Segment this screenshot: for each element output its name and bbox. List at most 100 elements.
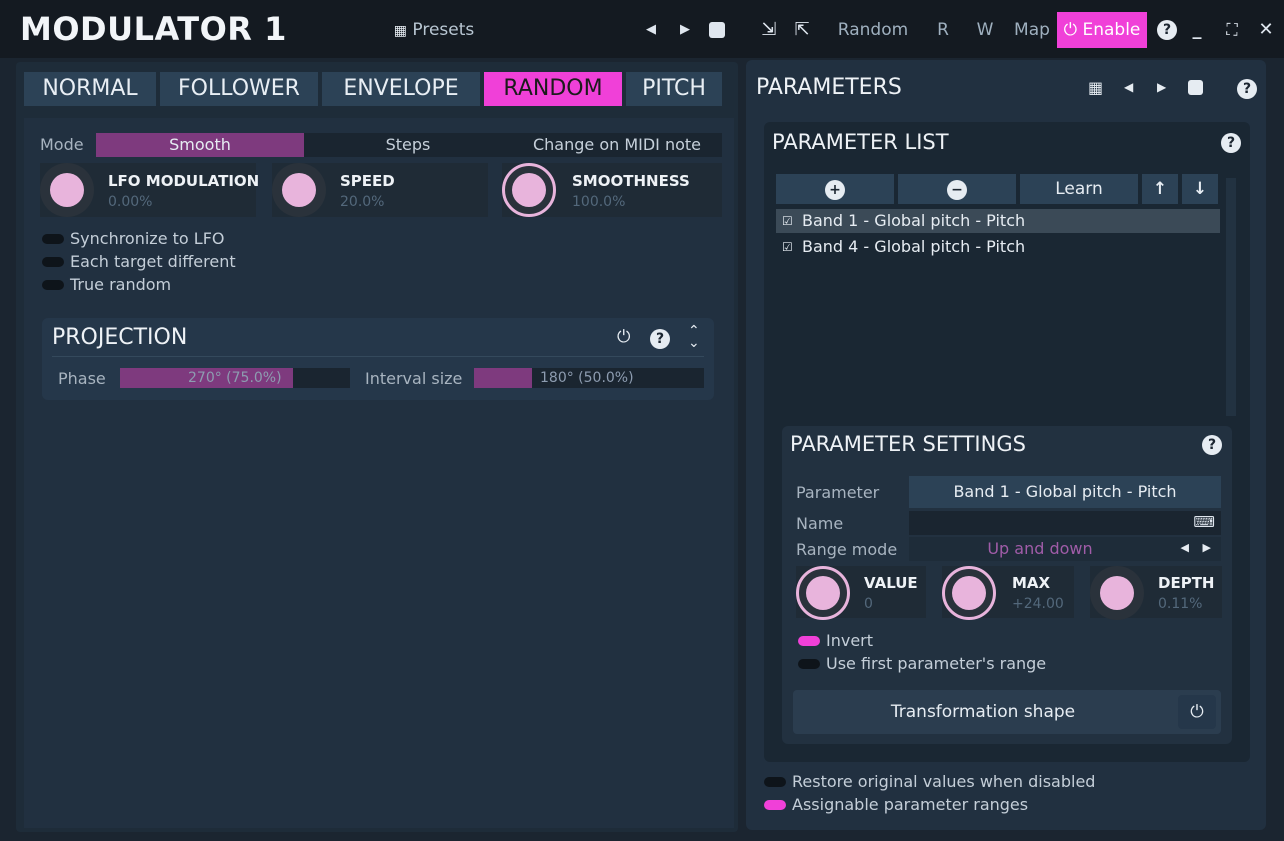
- name-input[interactable]: ⌨: [909, 511, 1221, 535]
- write-button[interactable]: W: [974, 14, 996, 46]
- speed-label: SPEED: [340, 172, 395, 190]
- power-icon: ⏻: [1063, 20, 1078, 40]
- projection-title: PROJECTION: [52, 325, 188, 350]
- interval-size-value: 180° (50.0%): [540, 370, 634, 386]
- invert-toggle[interactable]: Invert: [798, 631, 998, 651]
- presets-button[interactable]: ▦ Presets: [384, 14, 484, 46]
- mode-label: Mode: [40, 135, 84, 154]
- export-icon[interactable]: ⇱: [790, 14, 814, 46]
- max-value: +24.00: [1012, 596, 1064, 612]
- max-label: MAX: [1012, 574, 1051, 592]
- random-button[interactable]: Random: [834, 14, 912, 46]
- help-icon[interactable]: ?: [650, 328, 670, 349]
- depth-value: 0.11%: [1158, 596, 1203, 612]
- transformation-shape-button[interactable]: Transformation shape: [793, 690, 1221, 734]
- randomize-dice-icon[interactable]: [709, 22, 725, 38]
- remove-parameter-button[interactable]: −: [898, 174, 1016, 204]
- read-button[interactable]: R: [932, 14, 954, 46]
- parameter-list-title: PARAMETER LIST: [772, 130, 949, 154]
- help-icon[interactable]: ?: [1237, 78, 1257, 99]
- phase-label: Phase: [58, 369, 106, 388]
- tab-pitch[interactable]: PITCH: [626, 72, 722, 106]
- window-title: MODULATOR 1: [20, 10, 287, 48]
- minimize-icon[interactable]: _: [1186, 14, 1208, 46]
- value-label: VALUE: [864, 574, 918, 592]
- max-knob[interactable]: [942, 566, 996, 620]
- keyboard-icon[interactable]: ⌨: [1193, 513, 1215, 531]
- name-label: Name: [796, 514, 844, 533]
- true-random-switch[interactable]: [42, 280, 64, 290]
- speed-knob[interactable]: [272, 163, 326, 217]
- tab-normal[interactable]: NORMAL: [24, 72, 156, 106]
- prev-icon[interactable]: ◀: [1124, 80, 1133, 94]
- use-first-range-toggle[interactable]: Use first parameter's range: [798, 654, 1058, 674]
- invert-switch[interactable]: [798, 636, 820, 646]
- prev-preset-icon[interactable]: ◀: [640, 14, 662, 46]
- fullscreen-icon[interactable]: ⛶: [1220, 14, 1244, 46]
- next-icon[interactable]: ▶: [1203, 541, 1211, 554]
- parameter-select[interactable]: Band 1 - Global pitch - Pitch: [909, 476, 1221, 508]
- move-down-button[interactable]: ↓: [1182, 174, 1218, 204]
- add-icon: +: [825, 180, 845, 200]
- interval-size-slider[interactable]: 180° (50.0%): [474, 368, 704, 388]
- tab-envelope[interactable]: ENVELOPE: [322, 72, 480, 106]
- assignable-ranges-toggle[interactable]: Assignable parameter ranges: [764, 795, 1124, 815]
- random-content: [24, 118, 734, 828]
- grid-icon[interactable]: ▦: [1088, 78, 1103, 97]
- mode-option-steps[interactable]: Steps: [306, 133, 510, 157]
- import-icon[interactable]: ⇲: [757, 14, 781, 46]
- lfo-modulation-value: 0.00%: [108, 194, 153, 210]
- help-icon[interactable]: ?: [1157, 19, 1177, 40]
- add-parameter-button[interactable]: +: [776, 174, 894, 204]
- depth-knob[interactable]: [1090, 566, 1144, 620]
- expand-collapse-icon[interactable]: ⌃ ⌄: [688, 324, 700, 350]
- range-mode-select[interactable]: Up and down ◀ ▶: [909, 537, 1221, 561]
- prev-icon[interactable]: ◀: [1181, 541, 1189, 554]
- tab-random[interactable]: RANDOM: [484, 72, 622, 106]
- tab-follower[interactable]: FOLLOWER: [160, 72, 318, 106]
- divider: [52, 356, 704, 357]
- speed-value: 20.0%: [340, 194, 385, 210]
- help-icon[interactable]: ?: [1202, 434, 1222, 455]
- mode-option-smooth[interactable]: Smooth: [96, 133, 304, 157]
- remove-icon: −: [947, 180, 967, 200]
- close-icon[interactable]: ✕: [1254, 14, 1278, 46]
- assignable-ranges-switch[interactable]: [764, 800, 786, 810]
- move-up-button[interactable]: ↑: [1142, 174, 1178, 204]
- next-icon[interactable]: ▶: [1157, 80, 1166, 94]
- phase-slider[interactable]: 270° (75.0%): [120, 368, 350, 388]
- smoothness-knob[interactable]: [502, 163, 556, 217]
- checkbox-icon[interactable]: ☑: [782, 235, 793, 259]
- enable-button[interactable]: ⏻ Enable: [1057, 12, 1147, 48]
- range-mode-label: Range mode: [796, 540, 898, 559]
- use-first-range-switch[interactable]: [798, 659, 820, 669]
- interval-size-label: Interval size: [365, 369, 463, 388]
- parameter-label: Parameter: [796, 483, 880, 502]
- next-preset-icon[interactable]: ▶: [674, 14, 696, 46]
- list-scrollbar[interactable]: [1226, 178, 1236, 416]
- power-icon[interactable]: ⏻: [617, 327, 630, 347]
- learn-button[interactable]: Learn: [1020, 174, 1138, 204]
- parameter-settings-title: PARAMETER SETTINGS: [790, 432, 1026, 456]
- grid-icon: ▦: [393, 23, 407, 39]
- dice-icon[interactable]: [1188, 80, 1203, 95]
- sync-lfo-switch[interactable]: [42, 234, 64, 244]
- restore-original-toggle[interactable]: Restore original values when disabled: [764, 772, 1124, 792]
- mode-option-midi[interactable]: Change on MIDI note: [512, 133, 722, 157]
- each-target-switch[interactable]: [42, 257, 64, 267]
- parameters-title: PARAMETERS: [756, 75, 902, 100]
- list-item[interactable]: ☑ Band 4 - Global pitch - Pitch: [776, 235, 1220, 259]
- list-item[interactable]: ☑ Band 1 - Global pitch - Pitch: [776, 209, 1220, 233]
- value-value: 0: [864, 596, 873, 612]
- lfo-modulation-label: LFO MODULATION: [108, 172, 260, 190]
- smoothness-label: SMOOTHNESS: [572, 172, 690, 190]
- transformation-power-icon[interactable]: ⏻: [1178, 695, 1216, 729]
- help-icon[interactable]: ?: [1221, 132, 1241, 153]
- phase-value: 270° (75.0%): [188, 370, 282, 386]
- depth-label: DEPTH: [1158, 574, 1215, 592]
- restore-original-switch[interactable]: [764, 777, 786, 787]
- map-button[interactable]: Map: [1010, 14, 1054, 46]
- lfo-modulation-knob[interactable]: [40, 163, 94, 217]
- value-knob[interactable]: [796, 566, 850, 620]
- checkbox-icon[interactable]: ☑: [782, 209, 793, 233]
